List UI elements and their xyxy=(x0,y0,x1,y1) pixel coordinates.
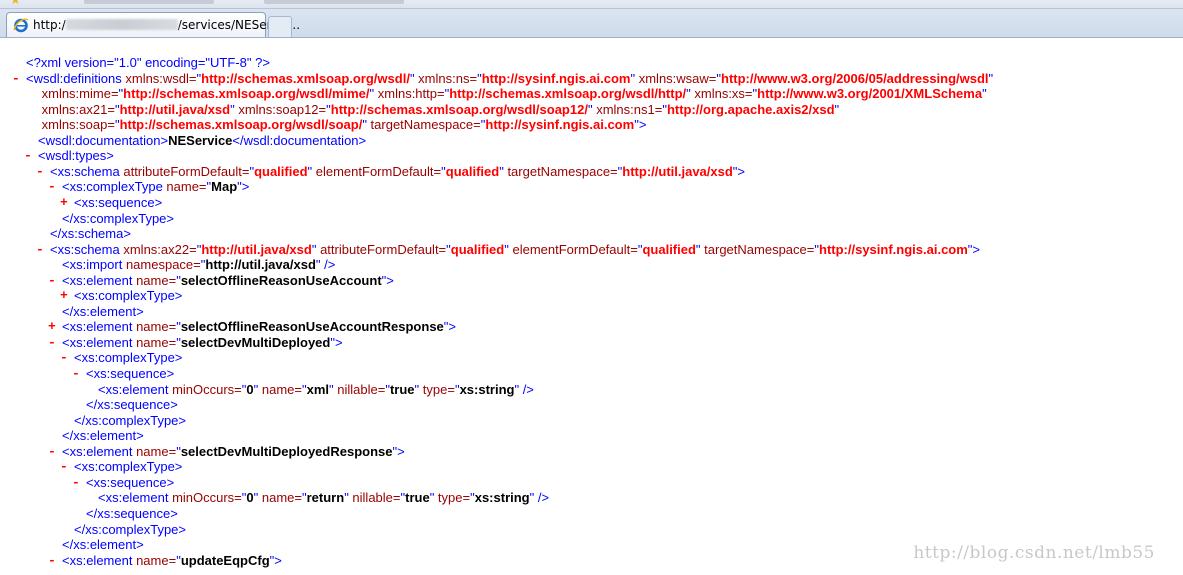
xml-line-sequence-close-2: </xs:sequence> xyxy=(86,506,178,521)
xml-line-element-select-offline-response: <xs:element name="selectOfflineReasonUse… xyxy=(62,319,456,334)
collapse-toggle[interactable]: - xyxy=(60,350,68,365)
xml-line-element-close-3: </xs:element> xyxy=(62,537,144,552)
xml-line-complextype-open-2: <xs:complexType> xyxy=(74,459,183,474)
xml-line-field-xml: <xs:element minOccurs="0" name="xml" nil… xyxy=(98,382,534,397)
tab-title: http://services/NEServic... xyxy=(33,18,301,32)
collapse-toggle[interactable]: - xyxy=(72,366,80,381)
xml-line-element-select-dev-response: <xs:element name="selectDevMultiDeployed… xyxy=(62,444,405,459)
new-tab-button[interactable] xyxy=(268,16,292,37)
favorites-links-blurred-2 xyxy=(264,0,404,4)
xml-line-sequence-collapsed: <xs:sequence> xyxy=(74,195,163,210)
ie-icon xyxy=(13,18,29,33)
favorites-bar: ★ xyxy=(0,0,1183,9)
xml-line-field-return: <xs:element minOccurs="0" name="return" … xyxy=(98,490,550,505)
blurred-host xyxy=(65,19,178,30)
collapse-toggle[interactable]: - xyxy=(48,179,56,194)
collapse-toggle[interactable]: - xyxy=(60,459,68,474)
xml-line-element-select-offline: <xs:element name="selectOfflineReasonUse… xyxy=(62,273,394,288)
tab-bar: http://services/NEServic... xyxy=(0,9,1183,38)
collapse-toggle[interactable]: - xyxy=(48,273,56,288)
collapse-toggle[interactable]: - xyxy=(48,335,56,350)
xml-line-definitions-attrs-4: xmlns:soap="http://schemas.xmlsoap.org/w… xyxy=(38,117,647,132)
xml-line-complextype-close: </xs:complexType> xyxy=(62,211,174,226)
xml-line-complextype-map: <xs:complexType name="Map"> xyxy=(62,179,250,194)
collapse-toggle[interactable]: - xyxy=(48,553,56,568)
collapse-toggle[interactable]: - xyxy=(36,242,44,257)
xml-line-sequence-open-1: <xs:sequence> xyxy=(86,366,175,381)
collapse-toggle[interactable]: - xyxy=(36,164,44,179)
expand-toggle[interactable]: + xyxy=(60,288,68,303)
xml-line-schema-util-open: <xs:schema attributeFormDefault="qualifi… xyxy=(50,164,746,179)
xml-line-element-update-eqp: <xs:element name="updateEqpCfg"> xyxy=(62,553,282,568)
collapse-toggle[interactable]: - xyxy=(72,475,80,490)
xml-line-sequence-close-1: </xs:sequence> xyxy=(86,397,178,412)
collapse-toggle[interactable]: - xyxy=(48,444,56,459)
expand-toggle[interactable]: + xyxy=(60,195,68,210)
xml-line-definitions-attrs-2: xmlns:mime="http://schemas.xmlsoap.org/w… xyxy=(38,86,987,101)
xml-line-element-close-1: </xs:element> xyxy=(62,304,144,319)
xml-line-complextype-collapsed: <xs:complexType> xyxy=(74,288,183,303)
xml-line-xml-declaration: <?xml version="1.0" encoding="UTF-8" ?> xyxy=(26,55,270,70)
collapse-toggle[interactable]: - xyxy=(24,148,32,163)
xml-line-documentation: <wsdl:documentation>NEService</wsdl:docu… xyxy=(38,133,367,148)
xml-line-complextype-close-2: </xs:complexType> xyxy=(74,522,186,537)
xml-line-sequence-open-2: <xs:sequence> xyxy=(86,475,175,490)
xml-line-types-open: <wsdl:types> xyxy=(38,148,114,163)
xml-line-xs-import: <xs:import namespace="http://util.java/x… xyxy=(62,257,336,272)
xml-line-schema-close: </xs:schema> xyxy=(50,226,131,241)
xml-line-definitions-open: <wsdl:definitions xmlns:wsdl="http://sch… xyxy=(26,71,994,86)
active-tab[interactable]: http://services/NEServic... xyxy=(6,12,300,37)
xml-line-schema-sysinf-open: <xs:schema xmlns:ax22="http://util.java/… xyxy=(50,242,981,257)
favorites-star-icon[interactable]: ★ xyxy=(10,0,21,6)
xml-line-complextype-close-1: </xs:complexType> xyxy=(74,413,186,428)
collapse-toggle[interactable]: - xyxy=(12,71,20,86)
favorites-links-blurred xyxy=(84,0,214,4)
watermark: http://blog.csdn.net/lmb55 xyxy=(913,543,1155,563)
expand-toggle[interactable]: + xyxy=(48,319,56,334)
xml-line-element-select-dev: <xs:element name="selectDevMultiDeployed… xyxy=(62,335,343,350)
xml-line-element-close-2: </xs:element> xyxy=(62,428,144,443)
xml-document-view: <?xml version="1.0" encoding="UTF-8" ?> -… xyxy=(0,38,1183,575)
xml-line-definitions-attrs-3: xmlns:ax21="http://util.java/xsd" xmlns:… xyxy=(38,102,840,117)
xml-line-complextype-open-1: <xs:complexType> xyxy=(74,350,183,365)
